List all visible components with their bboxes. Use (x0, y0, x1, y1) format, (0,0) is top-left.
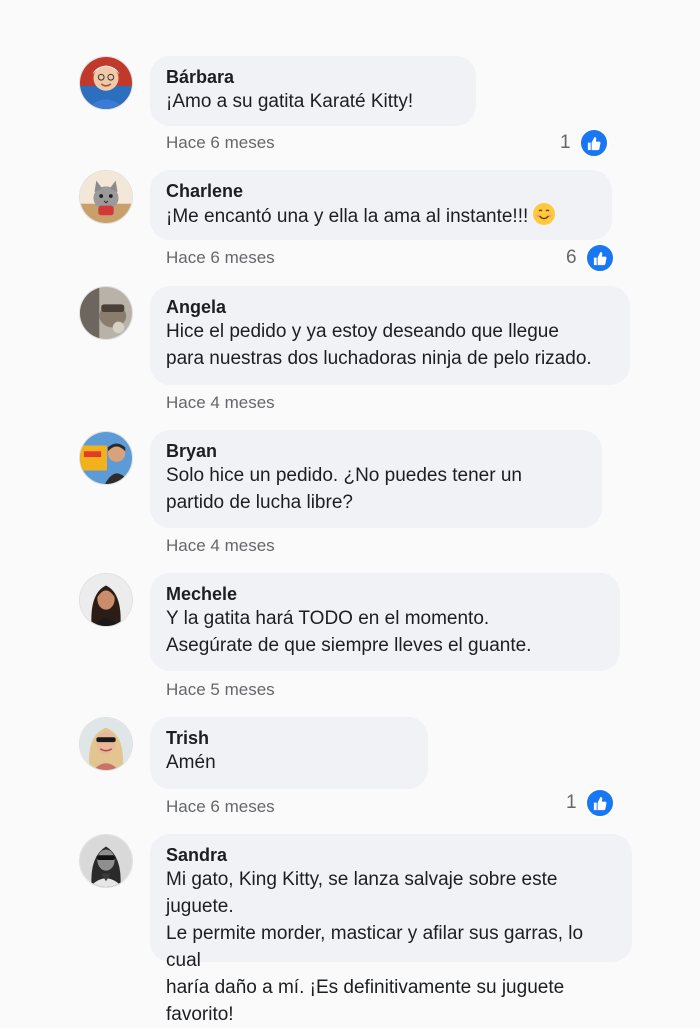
avatar[interactable] (79, 717, 133, 771)
commenter-name[interactable]: Angela (166, 296, 614, 318)
like-count[interactable]: 1 (566, 788, 615, 818)
thumbs-up-icon (584, 788, 615, 818)
comment-text-content: ¡Me encantó una y ella la ama al instant… (166, 206, 529, 227)
like-count[interactable]: 6 (566, 243, 615, 273)
comment-bubble: Bryan Solo hice un pedido. ¿No puedes te… (150, 430, 602, 528)
man-avatar-icon (80, 432, 132, 484)
comment-text: Amén (166, 752, 216, 773)
comment-text: Y la gatita hará TODO en el momento. Ase… (166, 608, 532, 656)
thumbs-up-icon (578, 128, 609, 158)
cat-avatar-icon (80, 171, 132, 223)
photo-avatar-icon (80, 287, 132, 339)
comment-bubble: Charlene ¡Me encantó una y ella la ama a… (150, 170, 612, 240)
comment-time[interactable]: Hace 6 meses (166, 133, 275, 153)
comment-bubble: Angela Hice el pedido y ya estoy deseand… (150, 286, 630, 385)
woman-avatar-icon (80, 574, 132, 626)
avatar[interactable] (79, 834, 133, 888)
avatar[interactable] (79, 431, 133, 485)
avatar[interactable] (79, 56, 133, 110)
commenter-name[interactable]: Mechele (166, 583, 604, 605)
comment-text: Mi gato, King Kitty, se lanza salvaje so… (166, 869, 584, 1025)
comment-bubble: Trish Amén (150, 717, 428, 789)
commenter-name[interactable]: Trish (166, 727, 412, 749)
blonde-woman-avatar-icon (80, 718, 132, 770)
like-count-number: 1 (560, 132, 571, 153)
commenter-name[interactable]: Sandra (166, 844, 616, 866)
comment-time[interactable]: Hace 6 meses (166, 248, 275, 268)
woman-sunglasses-avatar-icon (80, 835, 132, 887)
comment-text: ¡Amo a su gatita Karaté Kitty! (166, 91, 414, 112)
comment-bubble: Bárbara ¡Amo a su gatita Karaté Kitty! (150, 56, 476, 126)
smiling-face-emoji-icon (533, 203, 556, 225)
commenter-name[interactable]: Bryan (166, 440, 586, 462)
comment-time[interactable]: Hace 4 meses (166, 393, 275, 413)
comment-bubble: Sandra Mi gato, King Kitty, se lanza sal… (150, 834, 632, 1025)
comment-text: Solo hice un pedido. ¿No puedes tener un… (166, 465, 522, 513)
avatar[interactable] (79, 286, 133, 340)
comment-text: Hice el pedido y ya estoy deseando que l… (166, 321, 592, 369)
commenter-name[interactable]: Charlene (166, 180, 596, 202)
like-count[interactable]: 1 (560, 128, 609, 158)
commenter-name[interactable]: Bárbara (166, 66, 460, 88)
thumbs-up-icon (584, 243, 615, 273)
comment-time[interactable]: Hace 4 meses (166, 536, 275, 556)
comment-bubble: Mechele Y la gatita hará TODO en el mome… (150, 573, 620, 671)
avatar[interactable] (79, 573, 133, 627)
avatar[interactable] (79, 170, 133, 224)
comment-text: ¡Me encantó una y ella la ama al instant… (166, 202, 596, 230)
like-count-number: 6 (566, 247, 577, 268)
like-count-number: 1 (566, 792, 577, 813)
comment-time[interactable]: Hace 6 meses (166, 797, 275, 817)
comment-time[interactable]: Hace 5 meses (166, 680, 275, 700)
elderly-woman-avatar-icon (80, 57, 132, 109)
